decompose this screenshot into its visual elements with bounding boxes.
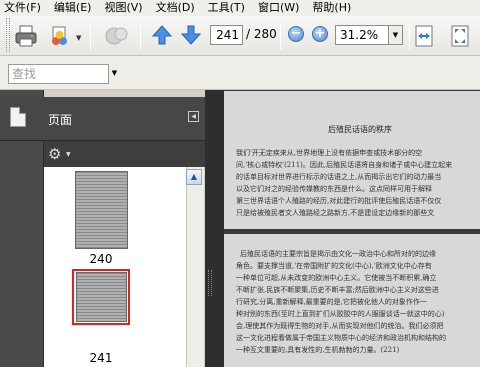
toolbar-separator (280, 24, 281, 50)
page-text-line: 会,理使其作为既得生物的对手,从而实现对他们的统治。我们必须把 (236, 322, 444, 330)
page-text-line: 一种互文重要的,具有发性的,生机勃勃的力量。(221) (236, 346, 400, 354)
page-text-line: 以及它们对之的经验传媒教的东西是什么。这点同样可用于解释 (236, 185, 432, 193)
zoom-out-icon[interactable]: − (288, 26, 304, 42)
page-thumbnail-240[interactable] (75, 171, 128, 249)
menu-help[interactable]: 帮助(H) (312, 0, 351, 16)
share-dropdown-icon[interactable]: ▼ (76, 34, 81, 42)
toolbar-separator (409, 24, 410, 50)
share-icon[interactable] (48, 24, 72, 48)
page-heading: 后殖民话语的秩序 (328, 125, 392, 134)
document-page-241: 后殖民话语的主要宗旨是揭示由文化一政治中心和所对的的边缘 角色。要支撑当道,'在… (224, 234, 480, 367)
page-text-line: 角色。要支撑当道,'在帝国附扩的文化(中心),'欧洲文化中心存有 (236, 262, 432, 270)
thumbnail-label: 241 (89, 351, 113, 365)
next-page-icon[interactable] (180, 24, 202, 46)
menu-file[interactable]: 文件(F) (4, 0, 41, 16)
page-text-line: 间,'核心或特权'(211)。因此,后殖民话语将自身和诸子或中心建立起来 (236, 161, 453, 169)
previous-page-icon[interactable] (151, 24, 173, 46)
page-total-label: / 280 (246, 27, 277, 41)
toolbar-separator (90, 24, 91, 50)
menu-window[interactable]: 窗口(W) (258, 0, 299, 16)
thumbnail-scrollbar[interactable] (186, 167, 204, 367)
page-text-line: 第三世界话语个人殖路的经历,对此建行的批评使后殖民话语不仅仅 (236, 197, 442, 205)
fit-width-icon[interactable] (414, 24, 434, 48)
selected-thumbnail-frame (72, 269, 130, 325)
splitter-grip[interactable] (208, 270, 212, 296)
page-text-line: 种对别的东西(至时上直到扩们从胶胶中的人服服谈话一就这中的心) (236, 310, 445, 318)
zoom-dropdown-icon[interactable]: ▼ (389, 25, 403, 45)
menu-document[interactable]: 文档(D) (156, 0, 195, 16)
find-dropdown-icon[interactable]: ▼ (109, 64, 120, 84)
page-text-line: 这一文化进程看做属于帝国主义物质中心的经济和政治机构和结构的 (236, 334, 446, 342)
pages-panel-title: 页面 (48, 113, 73, 127)
find-input[interactable]: 查找 (8, 64, 109, 84)
full-screen-icon[interactable] (450, 24, 470, 48)
page-text-line: 行研究,分离,重新解释,最重要的是,它把被化他人的对象作作一 (236, 298, 427, 306)
find-toolbar: 查找 ▼ (0, 56, 480, 90)
collapse-panel-icon[interactable]: ◀ (188, 111, 199, 122)
page-number-input[interactable]: 241 (210, 25, 243, 45)
page-text-line: 不断扩张,民族不断聚集,历史不断丰富;然后欧洲中心主义对这些进 (236, 286, 439, 294)
toolbar-separator (140, 24, 141, 50)
scroll-up-icon[interactable]: ▲ (186, 169, 202, 185)
menu-edit[interactable]: 编辑(E) (54, 0, 92, 16)
zoom-in-icon[interactable]: + (312, 26, 328, 42)
zoom-level-input[interactable]: 31.2% (335, 25, 389, 45)
print-icon[interactable] (14, 24, 38, 48)
page-text-line: 只是给被殖民者文人殖路经之路新方,不是建设定边缘新的那些文 (236, 209, 435, 217)
page-text-line: 后殖民话语的主要宗旨是揭示由文化一政治中心和所对的的边缘 (240, 250, 436, 258)
menu-view[interactable]: 视图(V) (104, 0, 142, 16)
document-page-240: 后殖民话语的秩序 我们'开无定疾来从,世界地理上没有依据申查或技术部分的空 间,… (224, 91, 480, 229)
toolbar: ▼ 241 / 280 − + 31.2% ▼ (0, 16, 480, 56)
gear-icon[interactable]: ⚙ (48, 147, 61, 162)
panel-splitter[interactable] (205, 90, 224, 367)
page-text-line: 一种单位可超,从未改变的欧洲中心主义。它使被当不断积累,确立 (236, 274, 437, 282)
menu-bar: 文件(F) 编辑(E) 视图(V) 文档(D) 工具(T) 窗口(W) 帮助(H… (0, 0, 480, 16)
gear-dropdown-icon[interactable]: ▼ (66, 151, 71, 158)
menu-tools[interactable]: 工具(T) (208, 0, 245, 16)
review-icon[interactable] (104, 24, 130, 48)
page-text-line: 我们'开无定疾来从,世界地理上没有依据申查或技术部分的空 (236, 149, 423, 157)
pages-icon[interactable] (10, 107, 26, 127)
thumbnail-label: 240 (89, 252, 113, 266)
pages-panel-header: 页面 ◀ (0, 97, 205, 141)
toolbar-grip[interactable] (6, 18, 10, 52)
page-text-line: 的话单目标对世界进行标示的话语之上,从而揭示出它们的动力最当 (236, 173, 442, 181)
